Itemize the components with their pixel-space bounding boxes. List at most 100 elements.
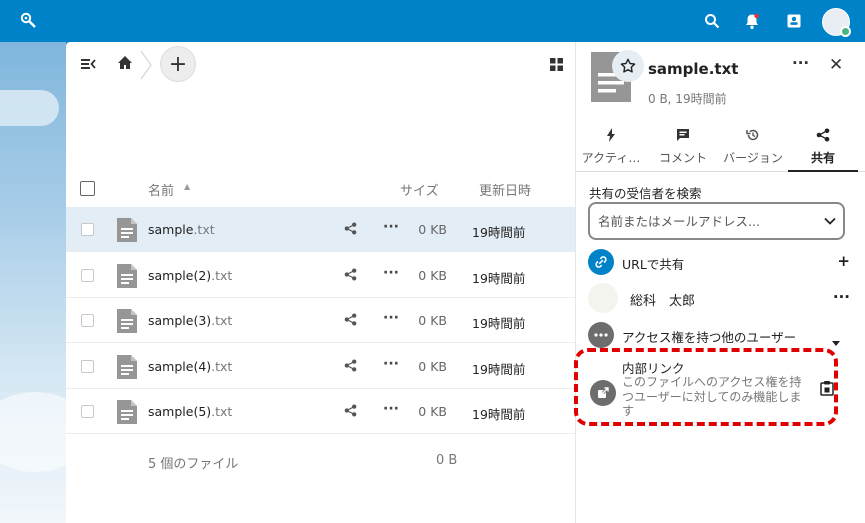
add-share-link-button[interactable]: + <box>837 252 850 270</box>
column-header-name[interactable]: 名前 <box>148 180 174 199</box>
other-users-row[interactable]: アクセス権を持つ他のユーザー <box>588 319 850 351</box>
table-row[interactable]: sample(5).txt ··· 0 KB 19時間前 <box>66 389 575 434</box>
tab-sharing[interactable]: 共有 <box>788 124 858 172</box>
tab-comments[interactable]: コメント <box>650 124 716 172</box>
status-online-indicator <box>840 26 851 37</box>
avatar <box>588 283 618 313</box>
file-actions-button[interactable]: ··· <box>383 401 399 417</box>
file-base-name: sample(5) <box>148 404 212 419</box>
column-header-size[interactable]: サイズ <box>400 180 439 199</box>
row-checkbox[interactable] <box>81 223 94 236</box>
sidebar-tabs: アクティ… コメント バージョン 共有 <box>576 124 865 172</box>
table-row[interactable]: sample(4).txt ··· 0 KB 19時間前 <box>66 344 575 389</box>
file-name[interactable]: sample(5).txt <box>148 404 232 419</box>
file-base-name: sample(2) <box>148 267 212 283</box>
navigation-item[interactable] <box>0 90 59 126</box>
chevron-down-icon[interactable] <box>822 213 838 233</box>
share-link-row[interactable]: URLで共有 + <box>588 246 850 278</box>
file-modified: 19時間前 <box>472 316 526 331</box>
share-user-name: 総科 太郎 <box>630 294 696 309</box>
sort-ascending-icon: ▲ <box>184 182 191 191</box>
file-modified: 19時間前 <box>472 407 526 422</box>
share-icon[interactable] <box>344 404 357 420</box>
sidebar-file-title: sample.txt <box>648 60 739 78</box>
activity-icon <box>576 128 646 144</box>
add-new-button[interactable]: + <box>160 46 196 82</box>
more-users-icon <box>588 322 614 348</box>
column-header-modified[interactable]: 更新日時 <box>479 180 531 199</box>
file-base-name: sample <box>148 222 194 237</box>
file-extension: .txt <box>211 267 233 283</box>
text-file-icon <box>116 354 138 383</box>
file-modified: 19時間前 <box>472 270 526 286</box>
file-size: 0 KB <box>418 267 447 283</box>
file-size: 0 KB <box>418 222 447 237</box>
file-size: 0 KB <box>418 358 447 374</box>
app-logo-icon[interactable] <box>18 10 40 32</box>
sidebar-more-button[interactable]: ··· <box>792 54 809 72</box>
row-checkbox[interactable] <box>81 314 94 327</box>
share-icon[interactable] <box>344 267 357 284</box>
file-list-panel: + 名前 ▲ サイズ 更新日時 sample.txt ··· 0 KB 19時間前 sa… <box>66 42 575 523</box>
share-icon[interactable] <box>344 313 357 329</box>
file-name[interactable]: sample(4).txt <box>148 359 232 374</box>
file-extension: .txt <box>193 222 215 237</box>
file-base-name: sample(3) <box>148 313 212 328</box>
share-icon[interactable] <box>344 358 357 375</box>
text-file-icon <box>116 263 138 292</box>
file-extension: .txt <box>211 358 233 374</box>
file-modified: 19時間前 <box>472 225 526 240</box>
row-checkbox[interactable] <box>81 405 94 418</box>
text-file-icon <box>116 217 138 246</box>
share-user-menu-button[interactable]: ··· <box>833 288 850 306</box>
file-size: 0 KB <box>418 313 447 328</box>
tab-versions[interactable]: バージョン <box>720 124 786 172</box>
text-file-icon <box>116 399 138 428</box>
external-link-icon <box>590 380 616 406</box>
file-actions-button[interactable]: ··· <box>383 265 399 281</box>
top-bar <box>0 0 865 42</box>
table-row[interactable]: sample(2).txt ··· 0 KB 19時間前 <box>66 253 575 298</box>
tab-activity[interactable]: アクティ… <box>576 124 646 172</box>
file-extension: .txt <box>211 404 233 419</box>
file-actions-button[interactable]: ··· <box>383 310 399 326</box>
other-users-label: アクセス権を持つ他のユーザー <box>622 330 797 345</box>
select-all-checkbox[interactable] <box>80 181 95 196</box>
breadcrumb-separator <box>140 50 152 80</box>
file-name[interactable]: sample(2).txt <box>148 268 232 283</box>
table-row[interactable]: sample.txt ··· 0 KB 19時間前 <box>66 207 575 252</box>
background-area <box>0 42 90 523</box>
file-modified: 19時間前 <box>472 361 526 377</box>
link-icon <box>588 249 614 275</box>
toggle-navigation-icon[interactable] <box>80 56 96 75</box>
file-actions-button[interactable]: ··· <box>383 219 399 235</box>
share-search-input[interactable] <box>598 212 818 230</box>
share-user-row[interactable]: 総科 太郎 ··· <box>588 282 850 314</box>
comment-icon <box>650 128 716 144</box>
favorite-star-icon[interactable] <box>612 50 644 82</box>
search-icon[interactable] <box>701 10 723 32</box>
share-search-label: 共有の受信者を検索 <box>589 186 702 201</box>
bell-icon[interactable] <box>741 10 763 32</box>
file-size: 0 KB <box>418 404 447 419</box>
sidebar-close-button[interactable]: ✕ <box>829 55 843 75</box>
file-table-header: 名前 ▲ サイズ 更新日時 <box>66 174 575 204</box>
share-icon[interactable] <box>344 222 357 238</box>
sidebar-file-subtitle: 0 B, 19時間前 <box>648 92 727 106</box>
file-name[interactable]: sample(3).txt <box>148 313 232 328</box>
details-sidebar: sample.txt 0 B, 19時間前 ··· ✕ アクティ… コメント バ… <box>575 42 865 523</box>
row-checkbox[interactable] <box>81 268 94 282</box>
share-search-field[interactable] <box>588 202 845 240</box>
share-link-label: URLで共有 <box>622 257 685 272</box>
grid-view-icon[interactable] <box>550 56 563 75</box>
clipboard-copy-icon[interactable] <box>820 380 834 400</box>
internal-link-description: このファイルへのアクセス権を持つユーザーに対してのみ機能します <box>622 375 802 418</box>
file-actions-button[interactable]: ··· <box>383 356 399 372</box>
row-checkbox[interactable] <box>81 359 94 373</box>
table-row[interactable]: sample(3).txt ··· 0 KB 19時間前 <box>66 298 575 343</box>
share-icon <box>788 128 858 144</box>
text-file-icon <box>116 308 138 337</box>
contacts-icon[interactable] <box>783 10 805 32</box>
home-icon[interactable] <box>117 55 133 74</box>
file-name[interactable]: sample.txt <box>148 222 215 237</box>
